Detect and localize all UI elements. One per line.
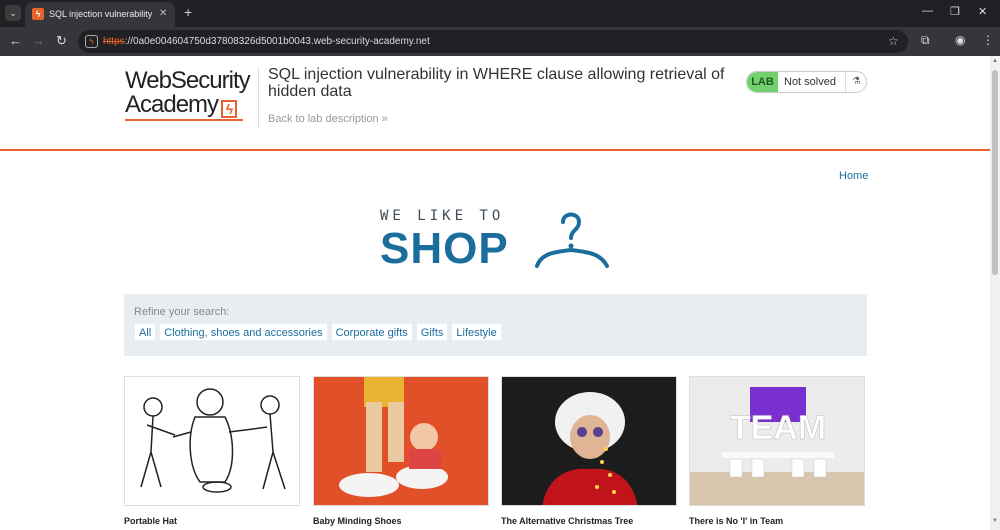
- tab-close-icon[interactable]: ✕: [159, 8, 167, 20]
- tab-strip: ⌄ ϟ SQL injection vulnerability in W ✕ +…: [0, 0, 1000, 27]
- home-link[interactable]: Home: [839, 170, 868, 182]
- filter-corporate-gifts[interactable]: Corporate gifts: [330, 323, 413, 341]
- tab-title: SQL injection vulnerability in W: [49, 9, 153, 19]
- double-chevron-icon: »: [381, 113, 388, 125]
- hanger-icon: [535, 212, 609, 268]
- logo-bolt-icon: ϟ: [221, 100, 238, 118]
- minimize-icon[interactable]: —: [922, 5, 933, 17]
- product-grid: Portable Hat Baby Minding Shoes The Alte…: [124, 376, 867, 530]
- url-text[interactable]: https://0a0e004604750d37808326d5001b0043…: [103, 36, 430, 47]
- page-scrollbar[interactable]: ▲ ▼: [990, 56, 1000, 530]
- product-card[interactable]: The Alternative Christmas Tree: [501, 376, 677, 526]
- product-name[interactable]: Portable Hat: [124, 516, 300, 526]
- product-card[interactable]: Baby Minding Shoes: [313, 376, 489, 526]
- product-name[interactable]: There is No 'I' in Team: [689, 516, 865, 526]
- product-image[interactable]: TEAM: [689, 376, 865, 506]
- product-card[interactable]: Portable Hat: [124, 376, 300, 526]
- scrollbar-thumb[interactable]: [992, 70, 998, 275]
- scroll-down-icon[interactable]: ▼: [992, 518, 998, 524]
- status-text: Not solved: [784, 76, 836, 88]
- lab-badge: LAB: [747, 72, 778, 92]
- banner-title: SHOP: [380, 224, 509, 273]
- close-window-icon[interactable]: ✕: [978, 5, 987, 18]
- product-image[interactable]: [124, 376, 300, 506]
- filter-clothing[interactable]: Clothing, shoes and accessories: [159, 323, 328, 341]
- product-name[interactable]: Baby Minding Shoes: [313, 516, 489, 526]
- scroll-up-icon[interactable]: ▲: [992, 58, 998, 64]
- product-image[interactable]: [501, 376, 677, 506]
- profile-icon[interactable]: ◉: [955, 33, 965, 47]
- header-divider: [258, 68, 259, 128]
- banner-tagline: WE LIKE TO: [380, 208, 505, 224]
- filter-lifestyle[interactable]: Lifestyle: [451, 323, 502, 341]
- shop-banner: WE LIKE TO SHOP: [380, 206, 620, 276]
- restore-icon[interactable]: ❐: [950, 5, 960, 18]
- reload-icon[interactable]: ↻: [56, 33, 67, 49]
- back-icon[interactable]: ←: [9, 33, 22, 48]
- menu-icon[interactable]: ⋮: [982, 33, 994, 47]
- product-image[interactable]: [313, 376, 489, 506]
- browser-toolbar: ← → ↻ ϟ https://0a0e004604750d37808326d5…: [0, 27, 1000, 56]
- page-content: WebSecurity Academy ϟ SQL injection vulne…: [0, 56, 990, 530]
- refine-label: Refine your search:: [134, 306, 230, 318]
- address-bar[interactable]: ϟ https://0a0e004604750d37808326d5001b00…: [78, 30, 908, 53]
- filter-gifts[interactable]: Gifts: [415, 323, 449, 341]
- refine-search-panel: Refine your search: All Clothing, shoes …: [124, 294, 867, 356]
- product-card[interactable]: TEAM There is No 'I' in Team: [689, 376, 865, 526]
- lab-status-widget: LAB Not solved ⚗: [746, 71, 867, 93]
- extensions-icon[interactable]: ⧉: [921, 33, 930, 48]
- new-tab-icon[interactable]: +: [184, 4, 192, 20]
- favicon-icon: ϟ: [32, 8, 44, 20]
- tab-search-icon[interactable]: ⌄: [5, 5, 21, 21]
- forward-icon[interactable]: →: [32, 33, 45, 48]
- back-to-lab-description-link[interactable]: Back to lab description »: [268, 113, 388, 125]
- web-security-academy-logo[interactable]: WebSecurity Academy ϟ: [125, 69, 257, 121]
- product-name[interactable]: The Alternative Christmas Tree: [501, 516, 677, 526]
- category-filters: All Clothing, shoes and accessories Corp…: [134, 323, 502, 341]
- filter-all[interactable]: All: [134, 323, 157, 341]
- team-image-text: TEAM: [730, 409, 826, 447]
- flask-icon: ⚗: [845, 72, 866, 92]
- tab-active[interactable]: ϟ SQL injection vulnerability in W ✕: [25, 2, 175, 27]
- site-info-icon[interactable]: ϟ: [85, 35, 98, 48]
- lab-header: WebSecurity Academy ϟ SQL injection vulne…: [0, 56, 990, 151]
- lab-title: SQL injection vulnerability in WHERE cla…: [268, 66, 725, 100]
- bookmark-star-icon[interactable]: ☆: [888, 34, 899, 48]
